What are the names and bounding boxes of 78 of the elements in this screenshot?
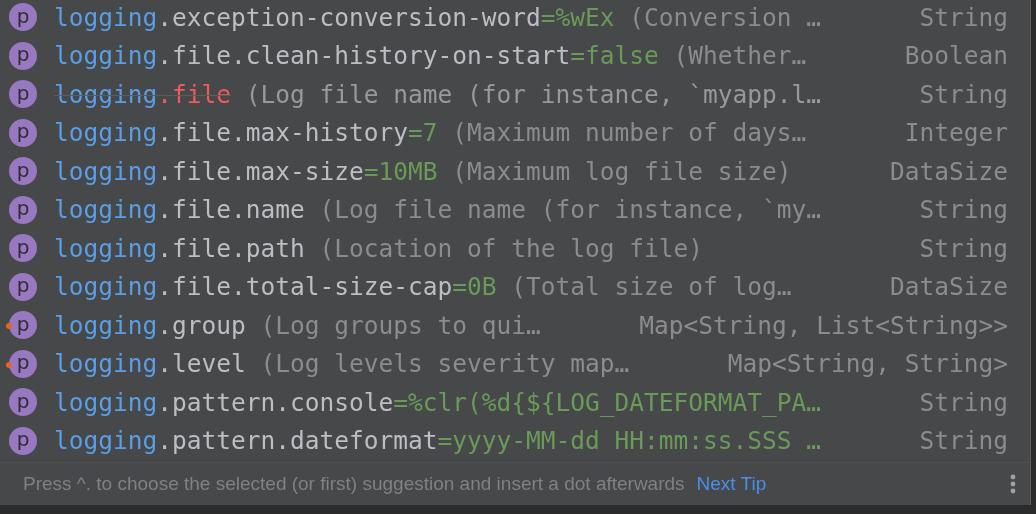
property-description: (Maximum number of days… [452,118,807,148]
property-name: .level [157,349,246,379]
default-value: =%wEx [540,2,615,32]
property-description: (Log file name (for instance, `myapp.l… [245,79,821,109]
property-badge: p [9,349,37,378]
property-name: .group [157,310,246,340]
property-type: String [919,195,1008,225]
property-description: (Location of the log file) [319,233,703,263]
property-name: .exception-conversion-word [157,2,541,32]
property-prefix: logging [54,118,158,148]
property-badge: p [9,41,37,70]
next-tip-link[interactable]: Next Tip [696,473,767,495]
property-type: Integer [904,118,1008,148]
property-badge: p [9,272,37,301]
property-name: .pattern.dateformat [157,426,438,456]
property-description: (Whether… [673,41,807,71]
property-prefix: logging [54,156,158,186]
property-type: Map<String, List<String>> [639,310,1008,340]
property-badge: p [9,157,37,186]
default-value: =0B [452,272,497,302]
suggestion-item[interactable]: p logging.pattern.dateformat=yyyy-MM-dd HH:mm:ss.SSS … String [0,421,1030,460]
property-description: (Log groups to qui… [260,310,541,340]
property-badge: p [9,195,37,224]
property-badge: p [9,388,37,417]
property-description: (Log file name (for instance, `my… [319,195,821,225]
property-prefix: logging [54,310,158,340]
property-badge: p [9,311,37,340]
suggestion-item[interactable]: p logging.file.max-history=7 (Maximum number of days… Integer [0,113,1030,152]
property-name: .file.clean-history-on-start [157,41,571,71]
property-prefix: logging [54,233,158,263]
property-description: (Maximum log file size) [452,156,792,186]
property-name: .file.total-size-cap [157,272,453,302]
property-prefix: logging [54,2,158,32]
property-type: String [919,387,1008,417]
property-type: DataSize [890,156,1008,186]
property-type: Boolean [904,41,1008,71]
property-name: .file.name [157,195,305,225]
property-prefix: logging [54,426,158,456]
suggestion-item[interactable]: p logging.exception-conversion-word=%wEx (Conversion … String [0,0,1030,37]
property-badge: p [9,426,37,455]
property-type: String [919,79,1008,109]
property-type: String [919,2,1008,32]
default-value: =10MB [363,156,438,186]
property-prefix: logging [54,79,158,109]
property-prefix: logging [54,272,158,302]
property-name: .file.path [157,233,305,263]
property-prefix: logging [54,195,158,225]
property-description: (Total size of log… [511,272,792,302]
property-type: String [919,233,1008,263]
suggestion-item[interactable]: p logging.file.total-size-cap=0B (Total size of log… DataSize [0,267,1030,306]
more-icon[interactable] [1010,474,1016,494]
suggestion-item[interactable]: p logging.file.clean-history-on-start=false (Whether… Boolean [0,36,1030,75]
property-type: String [919,426,1008,456]
suggestion-item[interactable]: p logging.file.path (Location of the log file) String [0,229,1030,268]
property-name: .pattern.console [157,387,394,417]
default-value: =7 [408,118,438,148]
property-name: .file.max-size [157,156,364,186]
property-description: (Log levels severity map… [260,349,630,379]
suggestion-item[interactable]: p logging.file.name (Log file name (for instance, `my… String [0,190,1030,229]
default-value: =yyyy-MM-dd HH:mm:ss.SSS … [437,426,822,456]
suggestion-item[interactable]: p logging.group (Log groups to qui… Map<String, List<String>> [0,306,1030,345]
default-value: =%clr(%d{${LOG_DATEFORMAT_PA… [393,387,822,417]
property-badge: p [9,80,37,109]
property-prefix: logging [54,41,158,71]
property-badge: p [9,118,37,147]
property-description: (Conversion … [629,2,821,32]
property-name: .file.max-history [157,118,409,148]
suggestion-item[interactable]: p logging.level (Log levels severity map… Map<String, String> [0,344,1030,383]
property-type: DataSize [890,272,1008,302]
hint-text: Press ^. to choose the selected (or first) suggestion and insert a dot afterwards [23,473,685,495]
property-prefix: logging [54,387,158,417]
default-value: =false [570,41,659,71]
property-type: Map<String, String> [727,349,1008,379]
property-badge: p [9,3,37,32]
suggestion-item[interactable]: p logging.pattern.console=%clr(%d{${LOG_DATEFORMAT_PA… String [0,383,1030,422]
property-badge: p [9,234,37,263]
property-prefix: logging [54,349,158,379]
suggestion-item[interactable]: p logging.file.max-size=10MB (Maximum log file size) DataSize [0,152,1030,191]
